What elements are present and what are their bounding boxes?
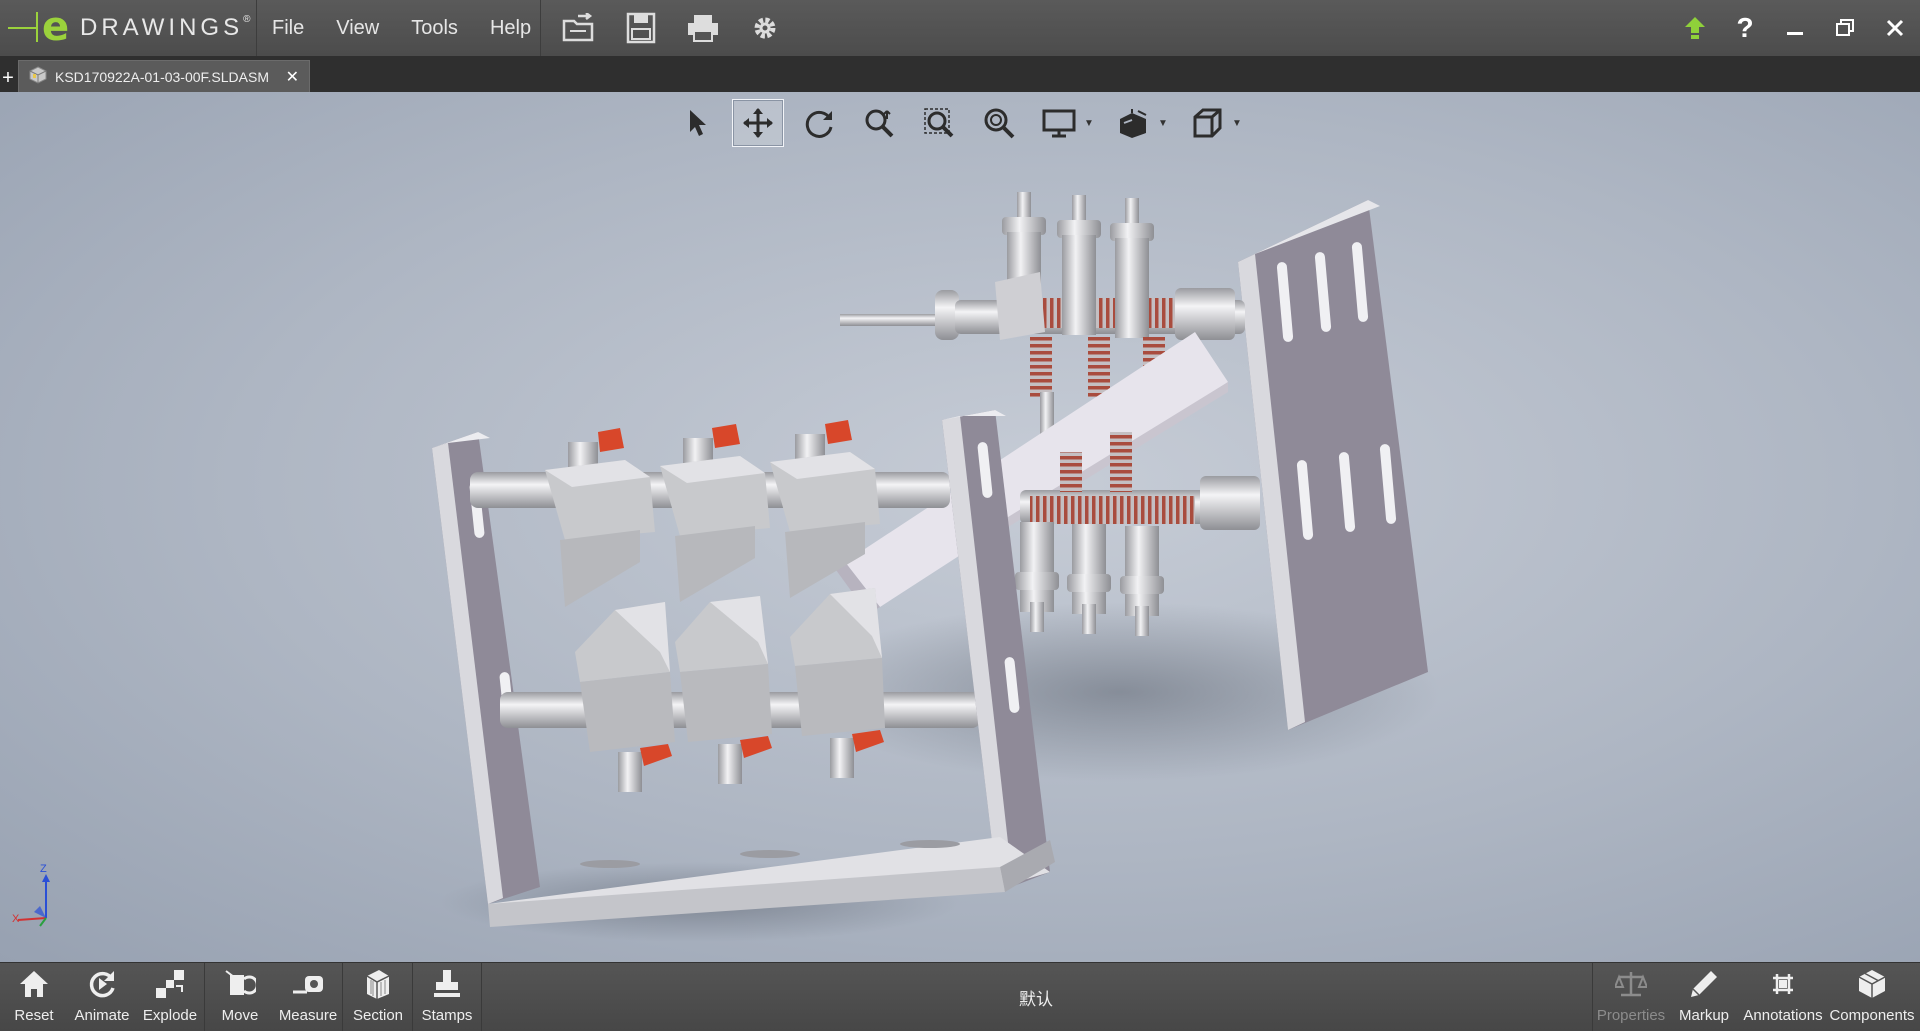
document-tab-bar: + KSD170922A-01-03-00F.SLDASM ✕ (0, 56, 1920, 93)
menu-tools[interactable]: Tools (395, 0, 474, 56)
components-icon (1856, 963, 1888, 1005)
move-button[interactable]: Move (206, 963, 274, 1031)
explode-icon (154, 963, 186, 1005)
document-tab-label: KSD170922A-01-03-00F.SLDASM (55, 69, 270, 85)
assembly-file-icon (29, 65, 47, 89)
3d-viewport[interactable]: ▼ ▼ ▼ Z X (0, 92, 1920, 962)
upload-icon[interactable] (1670, 0, 1720, 56)
menu-view[interactable]: View (320, 0, 395, 56)
bottom-group-right: Properties Markup Annotations Components (1592, 963, 1917, 1031)
markup-button[interactable]: Markup (1669, 963, 1739, 1031)
logo-wordmark: DRAWINGS® (80, 14, 251, 41)
lower-guide-posts (1015, 522, 1164, 636)
restore-icon[interactable] (1820, 0, 1870, 56)
stamps-icon (432, 963, 462, 1005)
explode-button[interactable]: Explode (136, 963, 204, 1031)
logo-mark: e (42, 4, 70, 50)
annotations-button[interactable]: Annotations (1739, 963, 1827, 1031)
properties-scale-icon (1615, 963, 1647, 1005)
animate-button[interactable]: Animate (68, 963, 136, 1031)
axis-triad: Z X (10, 862, 60, 937)
main-menu: File View Tools Help (256, 0, 547, 56)
move-icon (224, 963, 256, 1005)
reset-button[interactable]: Reset (0, 963, 68, 1031)
properties-button[interactable]: Properties (1593, 963, 1669, 1031)
new-tab-button[interactable]: + (0, 66, 16, 90)
triad-x-label: X (12, 913, 20, 925)
triad-z-label: Z (40, 863, 47, 875)
measure-icon (291, 963, 325, 1005)
home-icon (18, 963, 50, 1005)
animate-icon (86, 963, 118, 1005)
bottom-group-tools: Move Measure (206, 963, 343, 1031)
section-icon (363, 963, 393, 1005)
components-button[interactable]: Components (1827, 963, 1917, 1031)
minimize-icon[interactable] (1770, 0, 1820, 56)
help-icon[interactable]: ? (1720, 0, 1770, 56)
bottom-group-view: Reset Animate Explode (0, 963, 205, 1031)
menu-file[interactable]: File (256, 0, 320, 56)
measure-button[interactable]: Measure (274, 963, 342, 1031)
configuration-name[interactable]: 默认 (1000, 985, 1072, 1010)
document-tab[interactable]: KSD170922A-01-03-00F.SLDASM ✕ (18, 60, 310, 93)
window-controls: ? (1670, 0, 1920, 56)
menu-help[interactable]: Help (474, 0, 547, 56)
section-button[interactable]: Section (344, 963, 412, 1031)
markup-pen-icon (1689, 963, 1719, 1005)
bottom-group-stamps: Stamps (413, 963, 482, 1031)
close-icon[interactable] (1870, 0, 1920, 56)
assembly-model-render[interactable] (0, 92, 1920, 962)
tab-close-icon[interactable]: ✕ (286, 67, 299, 87)
save-icon[interactable] (617, 4, 665, 52)
title-bar: e DRAWINGS® File View Tools Help ? (0, 0, 1920, 57)
lower-cutter-blocks (575, 588, 885, 792)
print-icon[interactable] (679, 4, 727, 52)
settings-icon[interactable] (741, 4, 789, 52)
bottom-group-section: Section (344, 963, 413, 1031)
upper-cutter-blocks (545, 420, 880, 607)
annotations-icon (1767, 963, 1799, 1005)
stamps-button[interactable]: Stamps (413, 963, 481, 1031)
open-file-icon[interactable] (555, 4, 603, 52)
edrawings-logo: e DRAWINGS® (0, 0, 257, 56)
quick-access-toolbar (540, 0, 803, 56)
bottom-toolbar: Reset Animate Explode Move Measure Secti… (0, 962, 1920, 1031)
